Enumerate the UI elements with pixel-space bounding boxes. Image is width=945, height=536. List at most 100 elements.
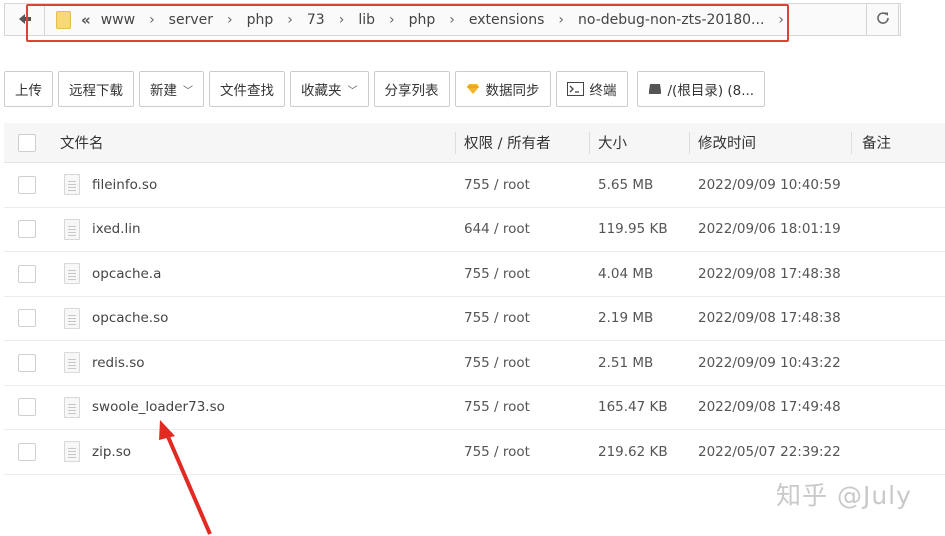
new-label: 新建 [150, 83, 177, 99]
refresh-button[interactable] [866, 3, 899, 36]
file-name[interactable]: redis.so [92, 355, 145, 371]
table-row[interactable]: swoole_loader73.so 755 / root 165.47 KB … [4, 386, 945, 430]
modified-time-cell: 2022/09/08 17:48:38 [698, 265, 841, 282]
column-divider [589, 132, 590, 154]
size-cell: 4.04 MB [598, 265, 654, 282]
chevron-down-icon: ﹀ [347, 85, 358, 97]
row-checkbox[interactable] [18, 175, 36, 194]
disk-icon [648, 83, 662, 95]
file-name[interactable]: swoole_loader73.so [92, 399, 225, 415]
disk-root-label: /(根目录) (8... [667, 83, 755, 99]
row-checkbox[interactable] [18, 220, 36, 239]
breadcrumb-item[interactable]: server [165, 12, 217, 28]
table-row[interactable]: fileinfo.so 755 / root 5.65 MB 2022/09/0… [4, 163, 945, 208]
table-row[interactable]: redis.so 755 / root 2.51 MB 2022/09/09 1… [4, 341, 945, 386]
permission-cell[interactable]: 755 / root [464, 355, 530, 371]
breadcrumb-item[interactable]: extensions [465, 12, 549, 28]
size-cell: 219.62 KB [598, 443, 668, 460]
column-modified-time[interactable]: 修改时间 [698, 132, 756, 153]
column-name[interactable]: 文件名 [60, 132, 104, 153]
column-divider [455, 132, 456, 154]
modified-time-cell: 2022/09/08 17:48:38 [698, 310, 841, 327]
row-checkbox[interactable] [18, 442, 36, 461]
disk-root-button[interactable]: /(根目录) (8... [636, 71, 766, 107]
file-name-cell[interactable]: opcache.a [60, 263, 161, 285]
file-icon [64, 396, 80, 418]
modified-time-cell: 2022/09/08 17:49:48 [698, 399, 841, 416]
file-name[interactable]: fileinfo.so [92, 177, 157, 193]
modified-time-cell: 2022/09/09 10:43:22 [698, 354, 841, 371]
new-button[interactable]: 新建 ﹀ [139, 71, 204, 107]
breadcrumb-item[interactable]: www [97, 12, 139, 28]
table-row[interactable]: ixed.lin 644 / root 119.95 KB 2022/09/06… [4, 208, 945, 252]
terminal-button[interactable]: 终端 [555, 71, 628, 107]
breadcrumb-item[interactable]: php [405, 12, 440, 28]
file-name-cell[interactable]: opcache.so [60, 307, 168, 329]
chevron-right-icon: › [149, 11, 155, 28]
folder-icon [56, 10, 71, 29]
size-cell: 119.95 KB [598, 221, 668, 238]
breadcrumb-item[interactable]: lib [354, 12, 379, 28]
terminal-label: 终端 [589, 83, 617, 99]
file-name-cell[interactable]: swoole_loader73.so [60, 396, 225, 418]
row-checkbox[interactable] [18, 309, 36, 328]
file-name-cell[interactable]: fileinfo.so [60, 174, 157, 196]
diamond-icon [466, 83, 480, 95]
row-checkbox[interactable] [18, 264, 36, 283]
file-name-cell[interactable]: redis.so [60, 352, 145, 374]
upload-button[interactable]: 上传 [4, 71, 53, 107]
table-row[interactable]: zip.so 755 / root 219.62 KB 2022/05/07 2… [4, 430, 945, 475]
file-name[interactable]: opcache.so [92, 310, 168, 326]
file-search-button[interactable]: 文件查找 [209, 71, 285, 107]
breadcrumb-item[interactable]: 73 [303, 12, 329, 28]
share-list-button[interactable]: 分享列表 [373, 71, 450, 107]
breadcrumb-item[interactable]: no-debug-non-zts-20180... [574, 12, 768, 28]
data-sync-button[interactable]: 数据同步 [454, 71, 551, 107]
file-icon [64, 174, 80, 196]
file-name-cell[interactable]: ixed.lin [60, 218, 141, 240]
permission-cell[interactable]: 755 / root [464, 399, 530, 415]
file-name[interactable]: ixed.lin [92, 221, 141, 237]
data-sync-label: 数据同步 [485, 83, 540, 99]
double-chevron-left-icon[interactable]: « [81, 11, 91, 29]
permission-cell[interactable]: 755 / root [464, 177, 530, 193]
modified-time-cell: 2022/09/06 18:01:19 [698, 221, 841, 238]
upload-label: 上传 [15, 83, 42, 99]
chevron-down-icon: ﹀ [183, 85, 193, 97]
column-size[interactable]: 大小 [598, 132, 627, 153]
chevron-right-icon: › [449, 11, 455, 28]
size-cell: 2.51 MB [598, 354, 654, 371]
chevron-right-icon[interactable]: › [778, 12, 784, 28]
permission-cell[interactable]: 644 / root [464, 221, 530, 237]
permission-cell[interactable]: 755 / root [464, 310, 530, 326]
table-row[interactable]: opcache.so 755 / root 2.19 MB 2022/09/08… [4, 297, 945, 341]
column-note: 备注 [862, 136, 891, 152]
permission-cell[interactable]: 755 / root [464, 266, 530, 282]
watermark: 知乎 @July [776, 481, 912, 510]
row-checkbox[interactable] [18, 353, 36, 372]
row-checkbox[interactable] [18, 398, 36, 417]
permission-cell[interactable]: 755 / root [464, 444, 530, 460]
breadcrumb-item[interactable]: php [243, 12, 278, 28]
size-cell: 5.65 MB [598, 176, 654, 193]
back-button[interactable] [5, 4, 45, 35]
remote-download-label: 远程下载 [69, 83, 123, 99]
modified-time-cell: 2022/05/07 22:39:22 [698, 443, 841, 460]
path-bar: « www › server › php › 73 › lib › php › … [4, 3, 901, 36]
favorites-button[interactable]: 收藏夹 ﹀ [290, 71, 369, 107]
column-permission[interactable]: 权限 / 所有者 [464, 132, 551, 153]
table-row[interactable]: opcache.a 755 / root 4.04 MB 2022/09/08 … [4, 252, 945, 297]
toolbar: 上传 远程下载 新建 ﹀ 文件查找 收藏夹 ﹀ 分享列表 数据同步 终端 /(根目录… [4, 71, 766, 107]
chevron-right-icon: › [558, 11, 565, 28]
file-name[interactable]: opcache.a [92, 266, 161, 282]
file-name[interactable]: zip.so [92, 444, 131, 460]
remote-download-button[interactable]: 远程下载 [58, 71, 134, 107]
favorites-label: 收藏夹 [301, 83, 342, 99]
back-arrow-icon [18, 10, 32, 29]
file-search-label: 文件查找 [220, 83, 274, 99]
chevron-right-icon: › [287, 11, 293, 28]
terminal-icon [566, 82, 584, 96]
select-all-checkbox[interactable] [18, 133, 36, 152]
refresh-icon [875, 10, 891, 30]
file-name-cell[interactable]: zip.so [60, 441, 131, 463]
